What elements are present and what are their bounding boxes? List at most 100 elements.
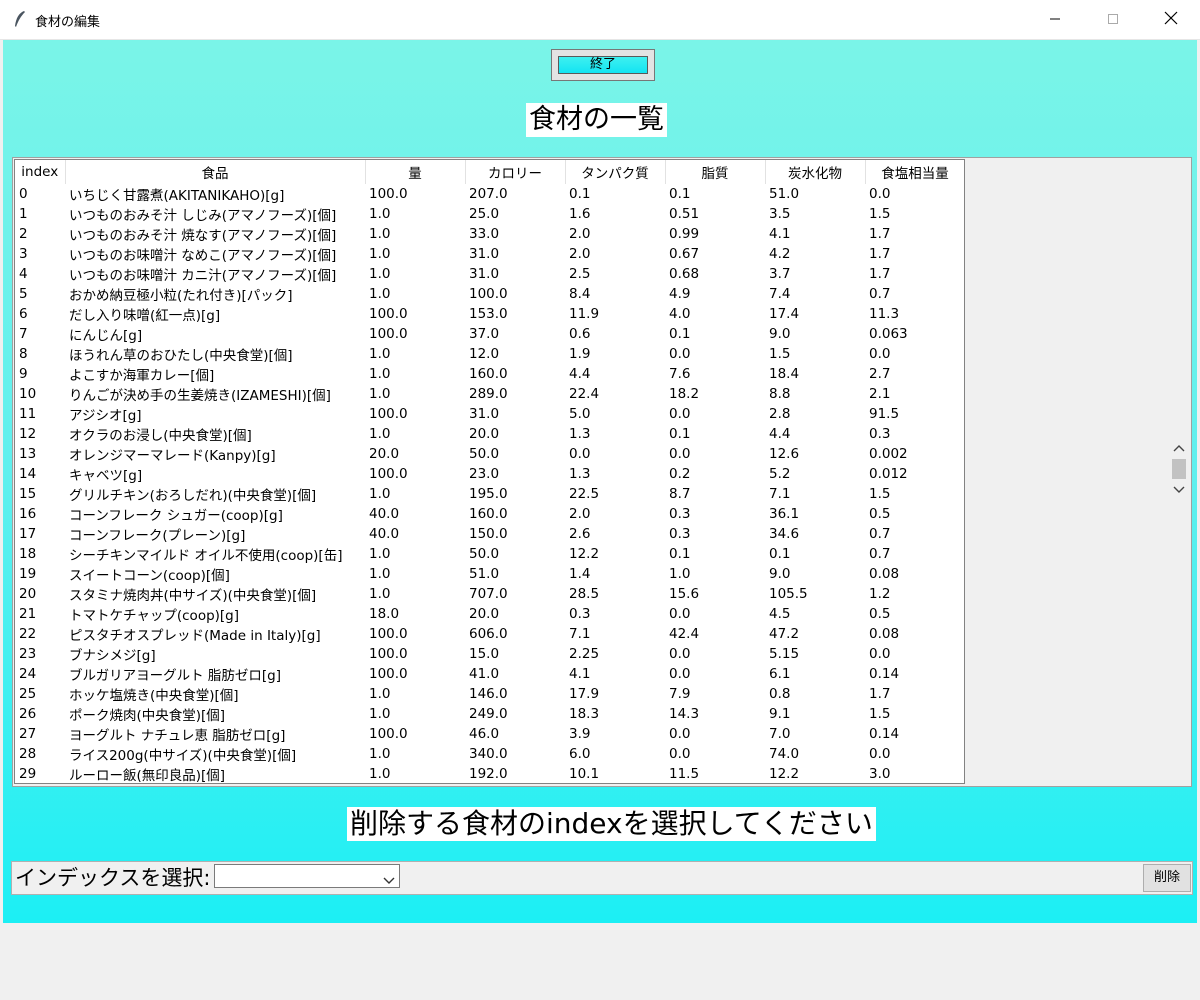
table-row[interactable]: 28 ライス200g(中サイズ)(中央食堂)[個] 1.0 340.0 6.0 0.0 74…	[15, 744, 964, 764]
column-header[interactable]: タンパク質	[565, 160, 666, 184]
table-row[interactable]: 26 ポーク焼肉(中央食堂)[個] 1.0 249.0 18.3 14.3 9.1 1.5	[15, 704, 964, 724]
scroll-up-button[interactable]	[1170, 438, 1187, 455]
index-select[interactable]	[214, 864, 400, 888]
end-button-frame: 終了	[551, 49, 655, 81]
table-cell: 1.5	[869, 206, 891, 222]
table-row[interactable]: 7 にんじん[g] 100.0 37.0 0.6 0.1 9.0 0.063	[15, 324, 964, 344]
table-cell: 1.3	[569, 426, 591, 442]
table-row[interactable]: 12 オクラのお浸し(中央食堂)[個] 1.0 20.0 1.3 0.1 4.4 0.3	[15, 424, 964, 444]
table-cell: 8.8	[769, 386, 791, 402]
column-header[interactable]: 食塩相当量	[865, 160, 964, 184]
table-row[interactable]: 21 トマトケチャップ(coop)[g] 18.0 20.0 0.3 0.0 4.5 0.5	[15, 604, 964, 624]
table-cell: 0.0	[869, 186, 891, 202]
table-cell: 1.7	[869, 686, 891, 702]
table-cell: 1.0	[369, 246, 391, 262]
table-row[interactable]: 3 いつものお味噌汁 なめこ(アマノフーズ)[個] 1.0 31.0 2.0 0.67 4.…	[15, 244, 964, 264]
table-cell: 0.0	[669, 606, 691, 622]
minimize-button[interactable]	[1026, 0, 1084, 39]
column-header[interactable]: 量	[365, 160, 466, 184]
column-header[interactable]: カロリー	[465, 160, 566, 184]
close-icon	[1164, 10, 1178, 29]
table-cell: 5.2	[769, 466, 791, 482]
table-row[interactable]: 25 ホッケ塩焼き(中央食堂)[個] 1.0 146.0 17.9 7.9 0.8 1.7	[15, 684, 964, 704]
table-cell: 0.99	[669, 226, 700, 242]
table-cell: 1.5	[869, 486, 891, 502]
table-cell: 0.1	[669, 186, 691, 202]
ingredients-table[interactable]: index 食品量カロリー タンパク質 脂質 炭水化物 食塩相当量 0 いちじく甘露煮(AK…	[14, 159, 965, 784]
table-cell: 15.6	[669, 586, 700, 602]
table-cell: 0.7	[869, 286, 891, 302]
scroll-down-button[interactable]	[1170, 480, 1187, 497]
end-button[interactable]: 終了	[558, 56, 648, 74]
column-header[interactable]: 炭水化物	[765, 160, 866, 184]
table-row[interactable]: 19 スイートコーン(coop)[個] 1.0 51.0 1.4 1.0 9.0 0.08	[15, 564, 964, 584]
table-cell: シーチキンマイルド オイル不使用(coop)[缶]	[69, 548, 343, 564]
table-cell: 100.0	[369, 666, 408, 682]
table-cell: 6.0	[569, 746, 591, 762]
table-row[interactable]: 18 シーチキンマイルド オイル不使用(coop)[缶] 1.0 50.0 12.2 0.…	[15, 544, 964, 564]
table-cell: ホッケ塩焼き(中央食堂)[個]	[69, 688, 239, 704]
index-select-label: インデックスを選択:	[15, 866, 211, 890]
table-cell: 1.2	[869, 586, 891, 602]
table-row[interactable]: 15 グリルチキン(おろしだれ)(中央食堂)[個] 1.0 195.0 22.5 8.7 7…	[15, 484, 964, 504]
table-row[interactable]: 5 おかめ納豆極小粒(たれ付き)[パック] 1.0 100.0 8.4 4.9 7.4 0.7	[15, 284, 964, 304]
table-row[interactable]: 2 いつものおみそ汁 焼なす(アマノフーズ)[個] 1.0 33.0 2.0 0.99 4.…	[15, 224, 964, 244]
delete-button[interactable]: 削除	[1143, 864, 1191, 892]
table-cell: 1.7	[869, 266, 891, 282]
table-cell: 0.3	[669, 526, 691, 542]
column-header[interactable]: index	[15, 160, 66, 184]
table-row[interactable]: 13 オレンジマーマレード(Kanpy)[g] 20.0 50.0 0.0 0.0 12.6…	[15, 444, 964, 464]
vertical-scrollbar[interactable]	[1170, 438, 1187, 502]
table-cell: 4.1	[569, 666, 591, 682]
table-row[interactable]: 6 だし入り味噌(紅一点)[g] 100.0 153.0 11.9 4.0 17.4 11.3	[15, 304, 964, 324]
table-cell: 100.0	[369, 626, 408, 642]
table-row[interactable]: 22 ピスタチオスプレッド(Made in Italy)[g] 100.0 606.0…	[15, 624, 964, 644]
table-cell: りんごが決め手の生姜焼き(IZAMESHI)[個]	[69, 388, 331, 404]
table-row[interactable]: 17 コーンフレーク(プレーン)[g] 40.0 150.0 2.6 0.3 34.6 0.7	[15, 524, 964, 544]
table-row[interactable]: 0 いちじく甘露煮(AKITANIKAHO)[g] 100.0 207.0 0.1 0.1…	[15, 184, 964, 204]
table-cell: 100.0	[369, 646, 408, 662]
table-cell: 26	[19, 706, 37, 722]
table-cell: 13	[19, 446, 37, 462]
column-header[interactable]: 食品	[65, 160, 366, 184]
table-cell: 1.0	[369, 746, 391, 762]
table-cell: 3.9	[569, 726, 591, 742]
main-panel: 終了 食材の一覧 index 食品量カロリー タンパク質 脂質 炭水化物 食塩相当量 0 い…	[3, 40, 1197, 923]
table-row[interactable]: 23 ブナシメジ[g] 100.0 15.0 2.25 0.0 5.15 0.0	[15, 644, 964, 664]
table-cell: 150.0	[469, 526, 508, 542]
table-row[interactable]: 24 ブルガリアヨーグルト 脂肪ゼロ[g] 100.0 41.0 4.1 0.0 6.1 0.…	[15, 664, 964, 684]
table-cell: 0.0	[669, 726, 691, 742]
table-cell: 19	[19, 566, 37, 582]
table-cell: 8.4	[569, 286, 591, 302]
table-cell: 5	[19, 286, 28, 302]
table-row[interactable]: 11 アジシオ[g] 100.0 31.0 5.0 0.0 2.8 91.5	[15, 404, 964, 424]
table-cell: 51.0	[769, 186, 800, 202]
table-cell: 4.1	[769, 226, 791, 242]
maximize-button[interactable]	[1084, 0, 1142, 39]
close-button[interactable]	[1142, 0, 1200, 39]
table-cell: 4.9	[669, 286, 691, 302]
table-cell: 2.7	[869, 366, 891, 382]
table-cell: 0.0	[569, 446, 591, 462]
table-cell: ライス200g(中サイズ)(中央食堂)[個]	[69, 748, 297, 764]
scroll-thumb[interactable]	[1172, 459, 1186, 479]
table-row[interactable]: 9 よこすか海軍カレー[個] 1.0 160.0 4.4 7.6 18.4 2.7	[15, 364, 964, 384]
table-cell: 1.7	[869, 246, 891, 262]
table-row[interactable]: 29 ルーロー飯(無印良品)[個] 1.0 192.0 10.1 11.5 12.2 3.0	[15, 764, 964, 783]
table-row[interactable]: 20 スタミナ焼肉丼(中サイズ)(中央食堂)[個] 1.0 707.0 28.5 15.6…	[15, 584, 964, 604]
table-cell: 1.0	[369, 206, 391, 222]
table-row[interactable]: 1 いつものおみそ汁 しじみ(アマノフーズ)[個] 1.0 25.0 1.6 0.51 3.…	[15, 204, 964, 224]
table-row[interactable]: 8 ほうれん草のおひたし(中央食堂)[個] 1.0 12.0 1.9 0.0 1.5 0.0	[15, 344, 964, 364]
column-header[interactable]: 脂質	[665, 160, 766, 184]
table-cell: 2.0	[569, 226, 591, 242]
table-row[interactable]: 10 りんごが決め手の生姜焼き(IZAMESHI)[個] 1.0 289.0 22.4 1…	[15, 384, 964, 404]
table-row[interactable]: 16 コーンフレーク シュガー(coop)[g] 40.0 160.0 2.0 0.3 36…	[15, 504, 964, 524]
table-cell: 9.0	[769, 566, 791, 582]
table-cell: スタミナ焼肉丼(中サイズ)(中央食堂)[個]	[69, 588, 317, 604]
table-cell: オレンジマーマレード(Kanpy)[g]	[69, 448, 276, 464]
table-cell: 100.0	[369, 726, 408, 742]
table-row[interactable]: 14 キャベツ[g] 100.0 23.0 1.3 0.2 5.2 0.012	[15, 464, 964, 484]
table-row[interactable]: 27 ヨーグルト ナチュレ恵 脂肪ゼロ[g] 100.0 46.0 3.9 0.0 7.0 0…	[15, 724, 964, 744]
page-title: 食材の一覧	[526, 103, 667, 137]
table-row[interactable]: 4 いつものお味噌汁 カニ汁(アマノフーズ)[個] 1.0 31.0 2.5 0.68 3.…	[15, 264, 964, 284]
